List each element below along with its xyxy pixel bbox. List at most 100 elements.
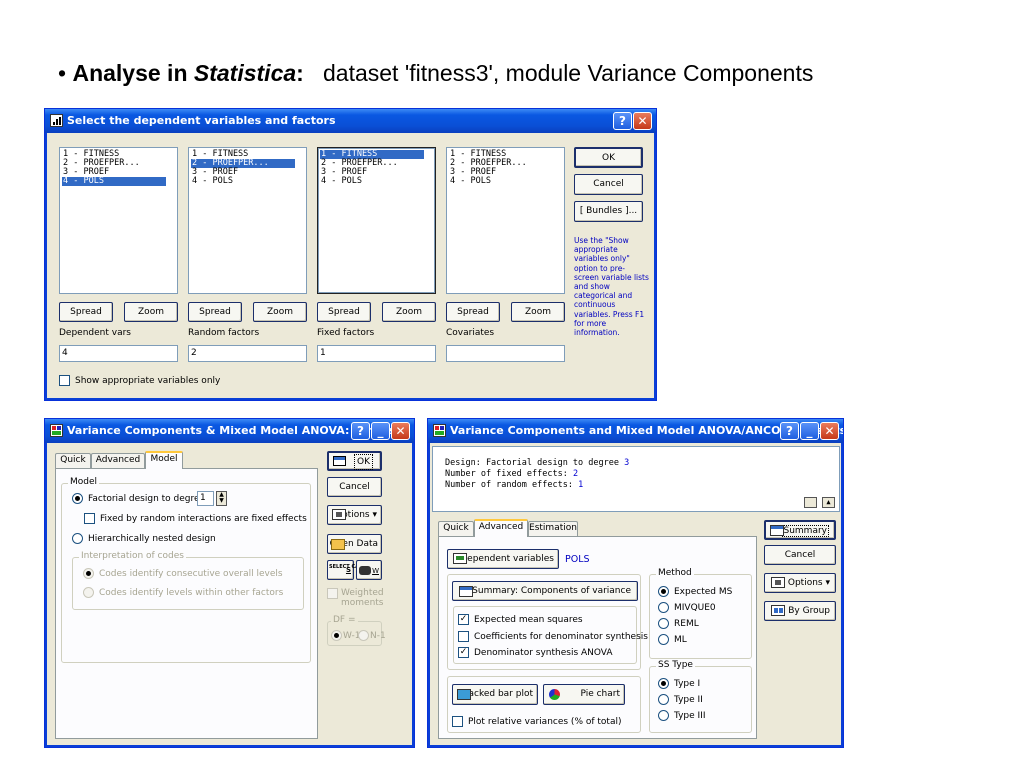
ss-type1-label: Type I — [674, 679, 701, 689]
random-factors-field[interactable]: 2 — [188, 345, 307, 362]
ss-type3-radio[interactable] — [658, 710, 669, 721]
ok-button[interactable]: OK — [574, 147, 643, 168]
tab-model[interactable]: Model — [145, 451, 183, 469]
degree-stepper[interactable]: ▲ ▼ — [216, 491, 227, 506]
close-button[interactable]: ✕ — [820, 422, 839, 440]
weights-button[interactable]: W — [356, 560, 382, 580]
zoom-button[interactable]: Zoom — [511, 302, 565, 322]
method-expected-ms-radio[interactable] — [658, 586, 669, 597]
close-button[interactable]: ✕ — [633, 112, 652, 130]
factorial-radio[interactable] — [72, 493, 83, 504]
results-dialog: Variance Components and Mixed Model ANOV… — [427, 418, 844, 748]
zoom-button[interactable]: Zoom — [124, 302, 178, 322]
method-mivque0-radio[interactable] — [658, 602, 669, 613]
degree-field[interactable]: 1 — [197, 491, 214, 506]
bundles-button[interactable]: [ Bundles ]... — [574, 201, 643, 222]
summary-components-button[interactable]: Summary: Components of variance — [452, 581, 638, 601]
df-n1-radio[interactable] — [358, 630, 369, 641]
random-factors-list[interactable]: 1 - FITNESS 2 - PROEFPER... 3 - PROEF 4 … — [188, 147, 307, 294]
hierarchical-label: Hierarchically nested design — [88, 534, 216, 544]
codes-levels-label: Codes identify levels within other facto… — [99, 588, 284, 598]
hierarchical-radio[interactable] — [72, 533, 83, 544]
dialog1-titlebar[interactable]: Select the dependent variables and facto… — [45, 109, 656, 133]
close-button[interactable]: ✕ — [391, 422, 410, 440]
title-italic: Statistica — [193, 60, 297, 86]
slide-title: • Analyse in Statistica: dataset 'fitnes… — [58, 60, 813, 87]
model-group-label: Model — [68, 477, 100, 487]
codes-consecutive-radio[interactable] — [83, 568, 94, 579]
by-group-button[interactable]: By Group — [764, 601, 836, 621]
help-button[interactable]: ? — [351, 422, 370, 440]
method-reml-radio[interactable] — [658, 618, 669, 629]
app-icon — [50, 424, 63, 437]
cancel-button[interactable]: Cancel — [574, 174, 643, 195]
open-data-button[interactable]: Open Data — [327, 534, 382, 554]
spread-button[interactable]: Spread — [59, 302, 113, 322]
options-button[interactable]: Options ▾ — [327, 505, 382, 525]
list-item[interactable]: 4 - POLS — [191, 177, 304, 186]
output-design-value: 3 — [624, 458, 630, 468]
summary-label: Summary — [781, 525, 829, 537]
by-group-icon — [771, 605, 785, 616]
pie-chart-button[interactable]: Pie chart — [543, 684, 625, 705]
options-button[interactable]: Options ▾ — [764, 573, 836, 593]
select-cases-button[interactable]: SELECT CASES S — [327, 560, 370, 580]
minimize-button[interactable]: _ — [371, 422, 390, 440]
pie-chart-label: Pie chart — [580, 689, 620, 699]
df-w1-radio[interactable] — [331, 630, 342, 641]
app-icon — [433, 424, 446, 437]
select-cases-label: SELECT CASES — [329, 564, 370, 570]
tab-advanced[interactable]: Advanced — [91, 453, 145, 468]
dependent-vars-list[interactable]: 1 - FITNESS 2 - PROEFPER... 3 - PROEF 4 … — [59, 147, 178, 294]
expand-icon[interactable]: ▲ — [822, 497, 835, 508]
cancel-button[interactable]: Cancel — [327, 477, 382, 497]
ss-type1-radio[interactable] — [658, 678, 669, 689]
cancel-button[interactable]: Cancel — [764, 545, 836, 565]
weighted-moments-checkbox[interactable] — [327, 588, 338, 599]
method-ml-radio[interactable] — [658, 634, 669, 645]
dependent-vars-field[interactable]: 4 — [59, 345, 178, 362]
spread-button[interactable]: Spread — [188, 302, 242, 322]
tab-quick[interactable]: Quick — [55, 453, 91, 468]
plot-relative-checkbox[interactable] — [452, 716, 463, 727]
ss-type-group: SS Type Type I Type II Type III — [649, 660, 752, 733]
spread-button[interactable]: Spread — [446, 302, 500, 322]
tab-estimation[interactable]: Estimation — [528, 521, 578, 536]
list-item[interactable]: 4 - POLS — [62, 177, 166, 186]
show-appropriate-checkbox[interactable] — [59, 375, 70, 386]
model-tab-panel: Model Factorial design to degree: 1 ▲ ▼ F… — [55, 468, 318, 739]
codes-levels-radio[interactable] — [83, 587, 94, 598]
expected-mean-squares-checkbox[interactable]: ✓ — [458, 614, 469, 625]
covariates-field[interactable] — [446, 345, 565, 362]
ss-type2-radio[interactable] — [658, 694, 669, 705]
output-fixed: Number of fixed effects: 2 — [445, 469, 839, 480]
minimize-button[interactable]: _ — [800, 422, 819, 440]
zoom-button[interactable]: Zoom — [253, 302, 307, 322]
dependent-vars-label: Dependent vars — [59, 328, 131, 338]
copy-icon[interactable] — [804, 497, 817, 508]
results-output[interactable]: Design: Factorial design to degree 3 Num… — [432, 446, 840, 512]
spread-button[interactable]: Spread — [317, 302, 371, 322]
tab-advanced[interactable]: Advanced — [474, 519, 528, 537]
list-item[interactable]: 4 - POLS — [320, 177, 433, 186]
method-ml-label: ML — [674, 635, 687, 645]
help-button[interactable]: ? — [780, 422, 799, 440]
options-icon — [332, 509, 346, 520]
tab-quick[interactable]: Quick — [438, 521, 474, 536]
stacked-bar-button[interactable]: Stacked bar plot — [452, 684, 538, 705]
help-button[interactable]: ? — [613, 112, 632, 130]
zoom-button[interactable]: Zoom — [382, 302, 436, 322]
fixed-by-random-checkbox[interactable] — [84, 513, 95, 524]
fixed-factors-list[interactable]: 1 - FITNESS 2 - PROEFPER... 3 - PROEF 4 … — [317, 147, 436, 294]
ok-button[interactable]: OK — [327, 451, 382, 471]
coeff-denominator-checkbox[interactable] — [458, 631, 469, 642]
interpretation-group: Interpretation of codes Codes identify c… — [72, 551, 304, 610]
dependent-variables-button[interactable]: Dependent variables — [447, 549, 559, 569]
denominator-anova-checkbox[interactable]: ✓ — [458, 647, 469, 658]
summary-button[interactable]: Summary — [764, 520, 836, 540]
fixed-factors-field[interactable]: 1 — [317, 345, 436, 362]
list-item[interactable]: 4 - POLS — [449, 177, 562, 186]
advanced-tab-panel: Dependent variables POLS Summary: Compon… — [438, 536, 757, 739]
covariates-list[interactable]: 1 - FITNESS 2 - PROEFPER... 3 - PROEF 4 … — [446, 147, 565, 294]
output-design: Design: Factorial design to degree 3 — [445, 458, 839, 469]
